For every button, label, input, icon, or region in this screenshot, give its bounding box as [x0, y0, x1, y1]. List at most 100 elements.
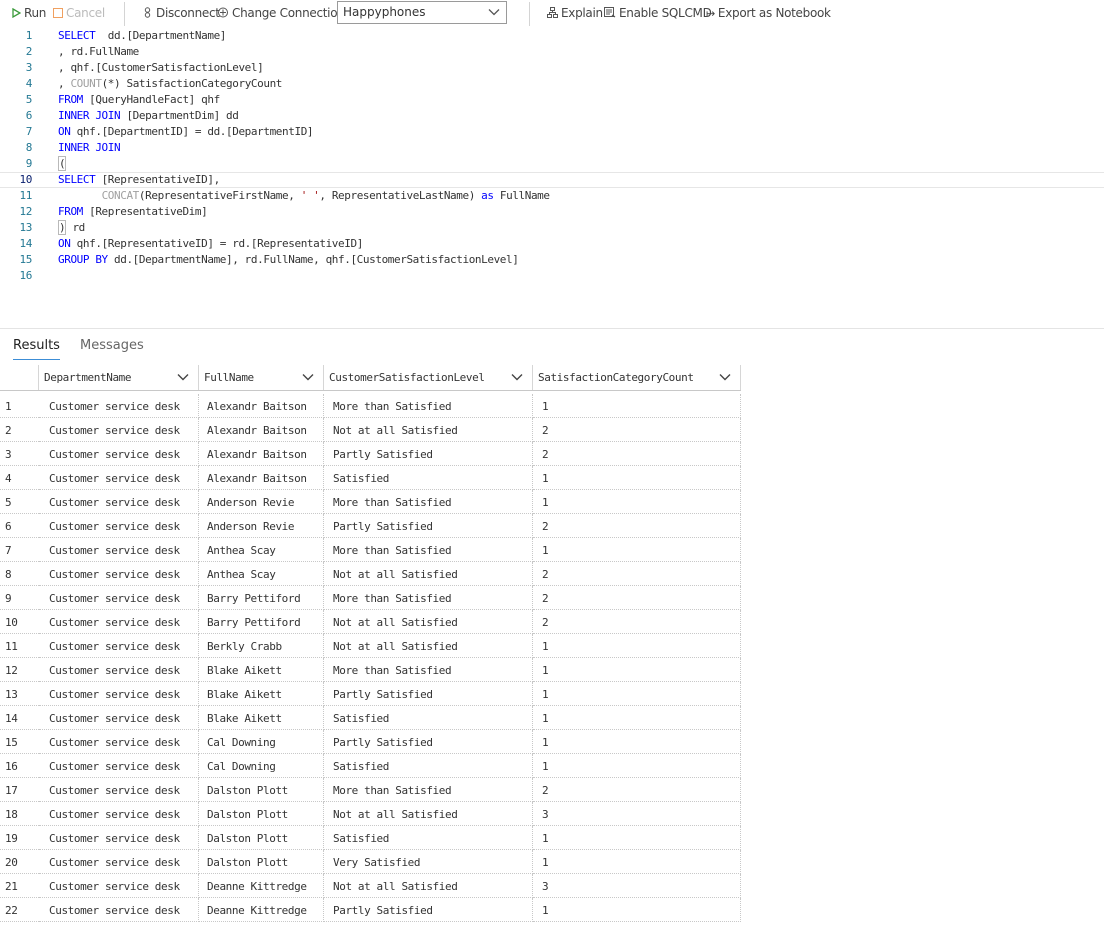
cell-fullname[interactable]: Blake Aikett: [199, 706, 324, 730]
table-row[interactable]: 19 Customer service desk Dalston Plott Sati…: [0, 826, 741, 850]
cell-departmentname[interactable]: Customer service desk: [39, 514, 199, 538]
cell-departmentname[interactable]: Customer service desk: [39, 658, 199, 682]
cell-satisfactioncategorycount[interactable]: 1: [533, 394, 741, 418]
cell-customersatisfactionlevel[interactable]: Not at all Satisfied: [324, 874, 533, 898]
change-connection-button[interactable]: Change Connection: [217, 6, 345, 20]
cell-customersatisfactionlevel[interactable]: Satisfied: [324, 754, 533, 778]
cell-satisfactioncategorycount[interactable]: 1: [533, 754, 741, 778]
cell-customersatisfactionlevel[interactable]: More than Satisfied: [324, 658, 533, 682]
cell-departmentname[interactable]: Customer service desk: [39, 610, 199, 634]
cell-fullname[interactable]: Dalston Plott: [199, 802, 324, 826]
enable-sqlcmd-button[interactable]: Enable SQLCMD: [604, 6, 712, 20]
cell-customersatisfactionlevel[interactable]: More than Satisfied: [324, 394, 533, 418]
explain-button[interactable]: Explain: [547, 6, 603, 20]
cell-customersatisfactionlevel[interactable]: Very Satisfied: [324, 850, 533, 874]
cell-satisfactioncategorycount[interactable]: 1: [533, 682, 741, 706]
cell-customersatisfactionlevel[interactable]: Satisfied: [324, 706, 533, 730]
editor-line[interactable]: 1 SELECT dd.[DepartmentName]: [0, 28, 1104, 44]
cell-satisfactioncategorycount[interactable]: 2: [533, 562, 741, 586]
cell-customersatisfactionlevel[interactable]: Not at all Satisfied: [324, 634, 533, 658]
cell-customersatisfactionlevel[interactable]: More than Satisfied: [324, 538, 533, 562]
cell-fullname[interactable]: Anthea Scay: [199, 562, 324, 586]
cell-departmentname[interactable]: Customer service desk: [39, 778, 199, 802]
table-row[interactable]: 5 Customer service desk Anderson Revie More…: [0, 490, 741, 514]
cell-satisfactioncategorycount[interactable]: 1: [533, 466, 741, 490]
cell-departmentname[interactable]: Customer service desk: [39, 754, 199, 778]
cell-customersatisfactionlevel[interactable]: More than Satisfied: [324, 586, 533, 610]
table-row[interactable]: 21 Customer service desk Deanne Kittredge N…: [0, 874, 741, 898]
editor-line[interactable]: 13) rd: [0, 220, 1104, 236]
cell-departmentname[interactable]: Customer service desk: [39, 562, 199, 586]
column-header-fullname[interactable]: FullName: [199, 365, 324, 390]
cell-customersatisfactionlevel[interactable]: Partly Satisfied: [324, 730, 533, 754]
table-row[interactable]: 3 Customer service desk Alexandr Baitson Pa…: [0, 442, 741, 466]
cell-satisfactioncategorycount[interactable]: 2: [533, 514, 741, 538]
cell-departmentname[interactable]: Customer service desk: [39, 418, 199, 442]
cell-departmentname[interactable]: Customer service desk: [39, 490, 199, 514]
cell-departmentname[interactable]: Customer service desk: [39, 586, 199, 610]
cell-departmentname[interactable]: Customer service desk: [39, 706, 199, 730]
tab-results[interactable]: Results: [13, 338, 60, 360]
cell-satisfactioncategorycount[interactable]: 2: [533, 778, 741, 802]
cell-fullname[interactable]: Blake Aikett: [199, 658, 324, 682]
export-notebook-button[interactable]: ↦ Export as Notebook: [706, 6, 831, 21]
cell-satisfactioncategorycount[interactable]: 1: [533, 706, 741, 730]
cell-satisfactioncategorycount[interactable]: 1: [533, 898, 741, 922]
cell-satisfactioncategorycount[interactable]: 2: [533, 586, 741, 610]
editor-line[interactable]: 8 INNER JOIN: [0, 140, 1104, 156]
table-row[interactable]: 8 Customer service desk Anthea Scay Not at …: [0, 562, 741, 586]
chevron-down-icon[interactable]: [511, 373, 523, 382]
cell-fullname[interactable]: Deanne Kittredge: [199, 874, 324, 898]
cell-customersatisfactionlevel[interactable]: More than Satisfied: [324, 778, 533, 802]
cell-satisfactioncategorycount[interactable]: 2: [533, 442, 741, 466]
editor-results-divider[interactable]: [0, 328, 1104, 329]
editor-line[interactable]: 15 GROUP BY dd.[DepartmentName], rd.FullN…: [0, 252, 1104, 268]
column-header-departmentname[interactable]: DepartmentName: [39, 365, 199, 390]
cell-customersatisfactionlevel[interactable]: Partly Satisfied: [324, 442, 533, 466]
cell-departmentname[interactable]: Customer service desk: [39, 466, 199, 490]
disconnect-button[interactable]: Disconnect: [143, 6, 220, 20]
database-dropdown[interactable]: Happyphones: [337, 1, 507, 24]
editor-line[interactable]: 10 SELECT [RepresentativeID],: [0, 172, 1104, 188]
cell-departmentname[interactable]: Customer service desk: [39, 874, 199, 898]
editor-line[interactable]: 2 , rd.FullName: [0, 44, 1104, 60]
cell-fullname[interactable]: Cal Downing: [199, 754, 324, 778]
table-row[interactable]: 13 Customer service desk Blake Aikett Partl…: [0, 682, 741, 706]
column-header-satisfactioncategorycount[interactable]: SatisfactionCategoryCount: [533, 365, 741, 390]
cell-satisfactioncategorycount[interactable]: 1: [533, 730, 741, 754]
table-row[interactable]: 12 Customer service desk Blake Aikett More …: [0, 658, 741, 682]
cell-fullname[interactable]: Deanne Kittredge: [199, 898, 324, 922]
table-row[interactable]: 14 Customer service desk Blake Aikett Satis…: [0, 706, 741, 730]
chevron-down-icon[interactable]: [302, 373, 314, 382]
table-row[interactable]: 16 Customer service desk Cal Downing Satisf…: [0, 754, 741, 778]
cell-fullname[interactable]: Alexandr Baitson: [199, 418, 324, 442]
table-row[interactable]: 7 Customer service desk Anthea Scay More th…: [0, 538, 741, 562]
chevron-down-icon[interactable]: [719, 373, 731, 382]
run-button[interactable]: Run: [12, 6, 46, 20]
cell-customersatisfactionlevel[interactable]: Not at all Satisfied: [324, 562, 533, 586]
table-row[interactable]: 18 Customer service desk Dalston Plott Not …: [0, 802, 741, 826]
cell-customersatisfactionlevel[interactable]: Partly Satisfied: [324, 682, 533, 706]
cell-satisfactioncategorycount[interactable]: 2: [533, 610, 741, 634]
query-editor[interactable]: 1 SELECT dd.[DepartmentName] 2 , rd.FullNam…: [0, 28, 1104, 328]
cell-customersatisfactionlevel[interactable]: Satisfied: [324, 466, 533, 490]
table-row[interactable]: 2 Customer service desk Alexandr Baitson No…: [0, 418, 741, 442]
tab-messages[interactable]: Messages: [80, 338, 144, 354]
cell-fullname[interactable]: Dalston Plott: [199, 826, 324, 850]
cell-departmentname[interactable]: Customer service desk: [39, 682, 199, 706]
editor-line[interactable]: 16: [0, 268, 1104, 284]
table-row[interactable]: 15 Customer service desk Cal Downing Partly…: [0, 730, 741, 754]
table-row[interactable]: 4 Customer service desk Alexandr Baitson Sa…: [0, 466, 741, 490]
cell-satisfactioncategorycount[interactable]: 2: [533, 418, 741, 442]
cell-satisfactioncategorycount[interactable]: 1: [533, 826, 741, 850]
editor-line[interactable]: 4, COUNT(*) SatisfactionCategoryCount: [0, 76, 1104, 92]
cell-customersatisfactionlevel[interactable]: Not at all Satisfied: [324, 418, 533, 442]
cell-fullname[interactable]: Dalston Plott: [199, 778, 324, 802]
cell-fullname[interactable]: Blake Aikett: [199, 682, 324, 706]
editor-line[interactable]: 5 FROM [QueryHandleFact] qhf: [0, 92, 1104, 108]
cell-satisfactioncategorycount[interactable]: 1: [533, 850, 741, 874]
cell-fullname[interactable]: Alexandr Baitson: [199, 394, 324, 418]
cell-satisfactioncategorycount[interactable]: 3: [533, 802, 741, 826]
cell-departmentname[interactable]: Customer service desk: [39, 394, 199, 418]
editor-line[interactable]: 9(: [0, 156, 1104, 172]
